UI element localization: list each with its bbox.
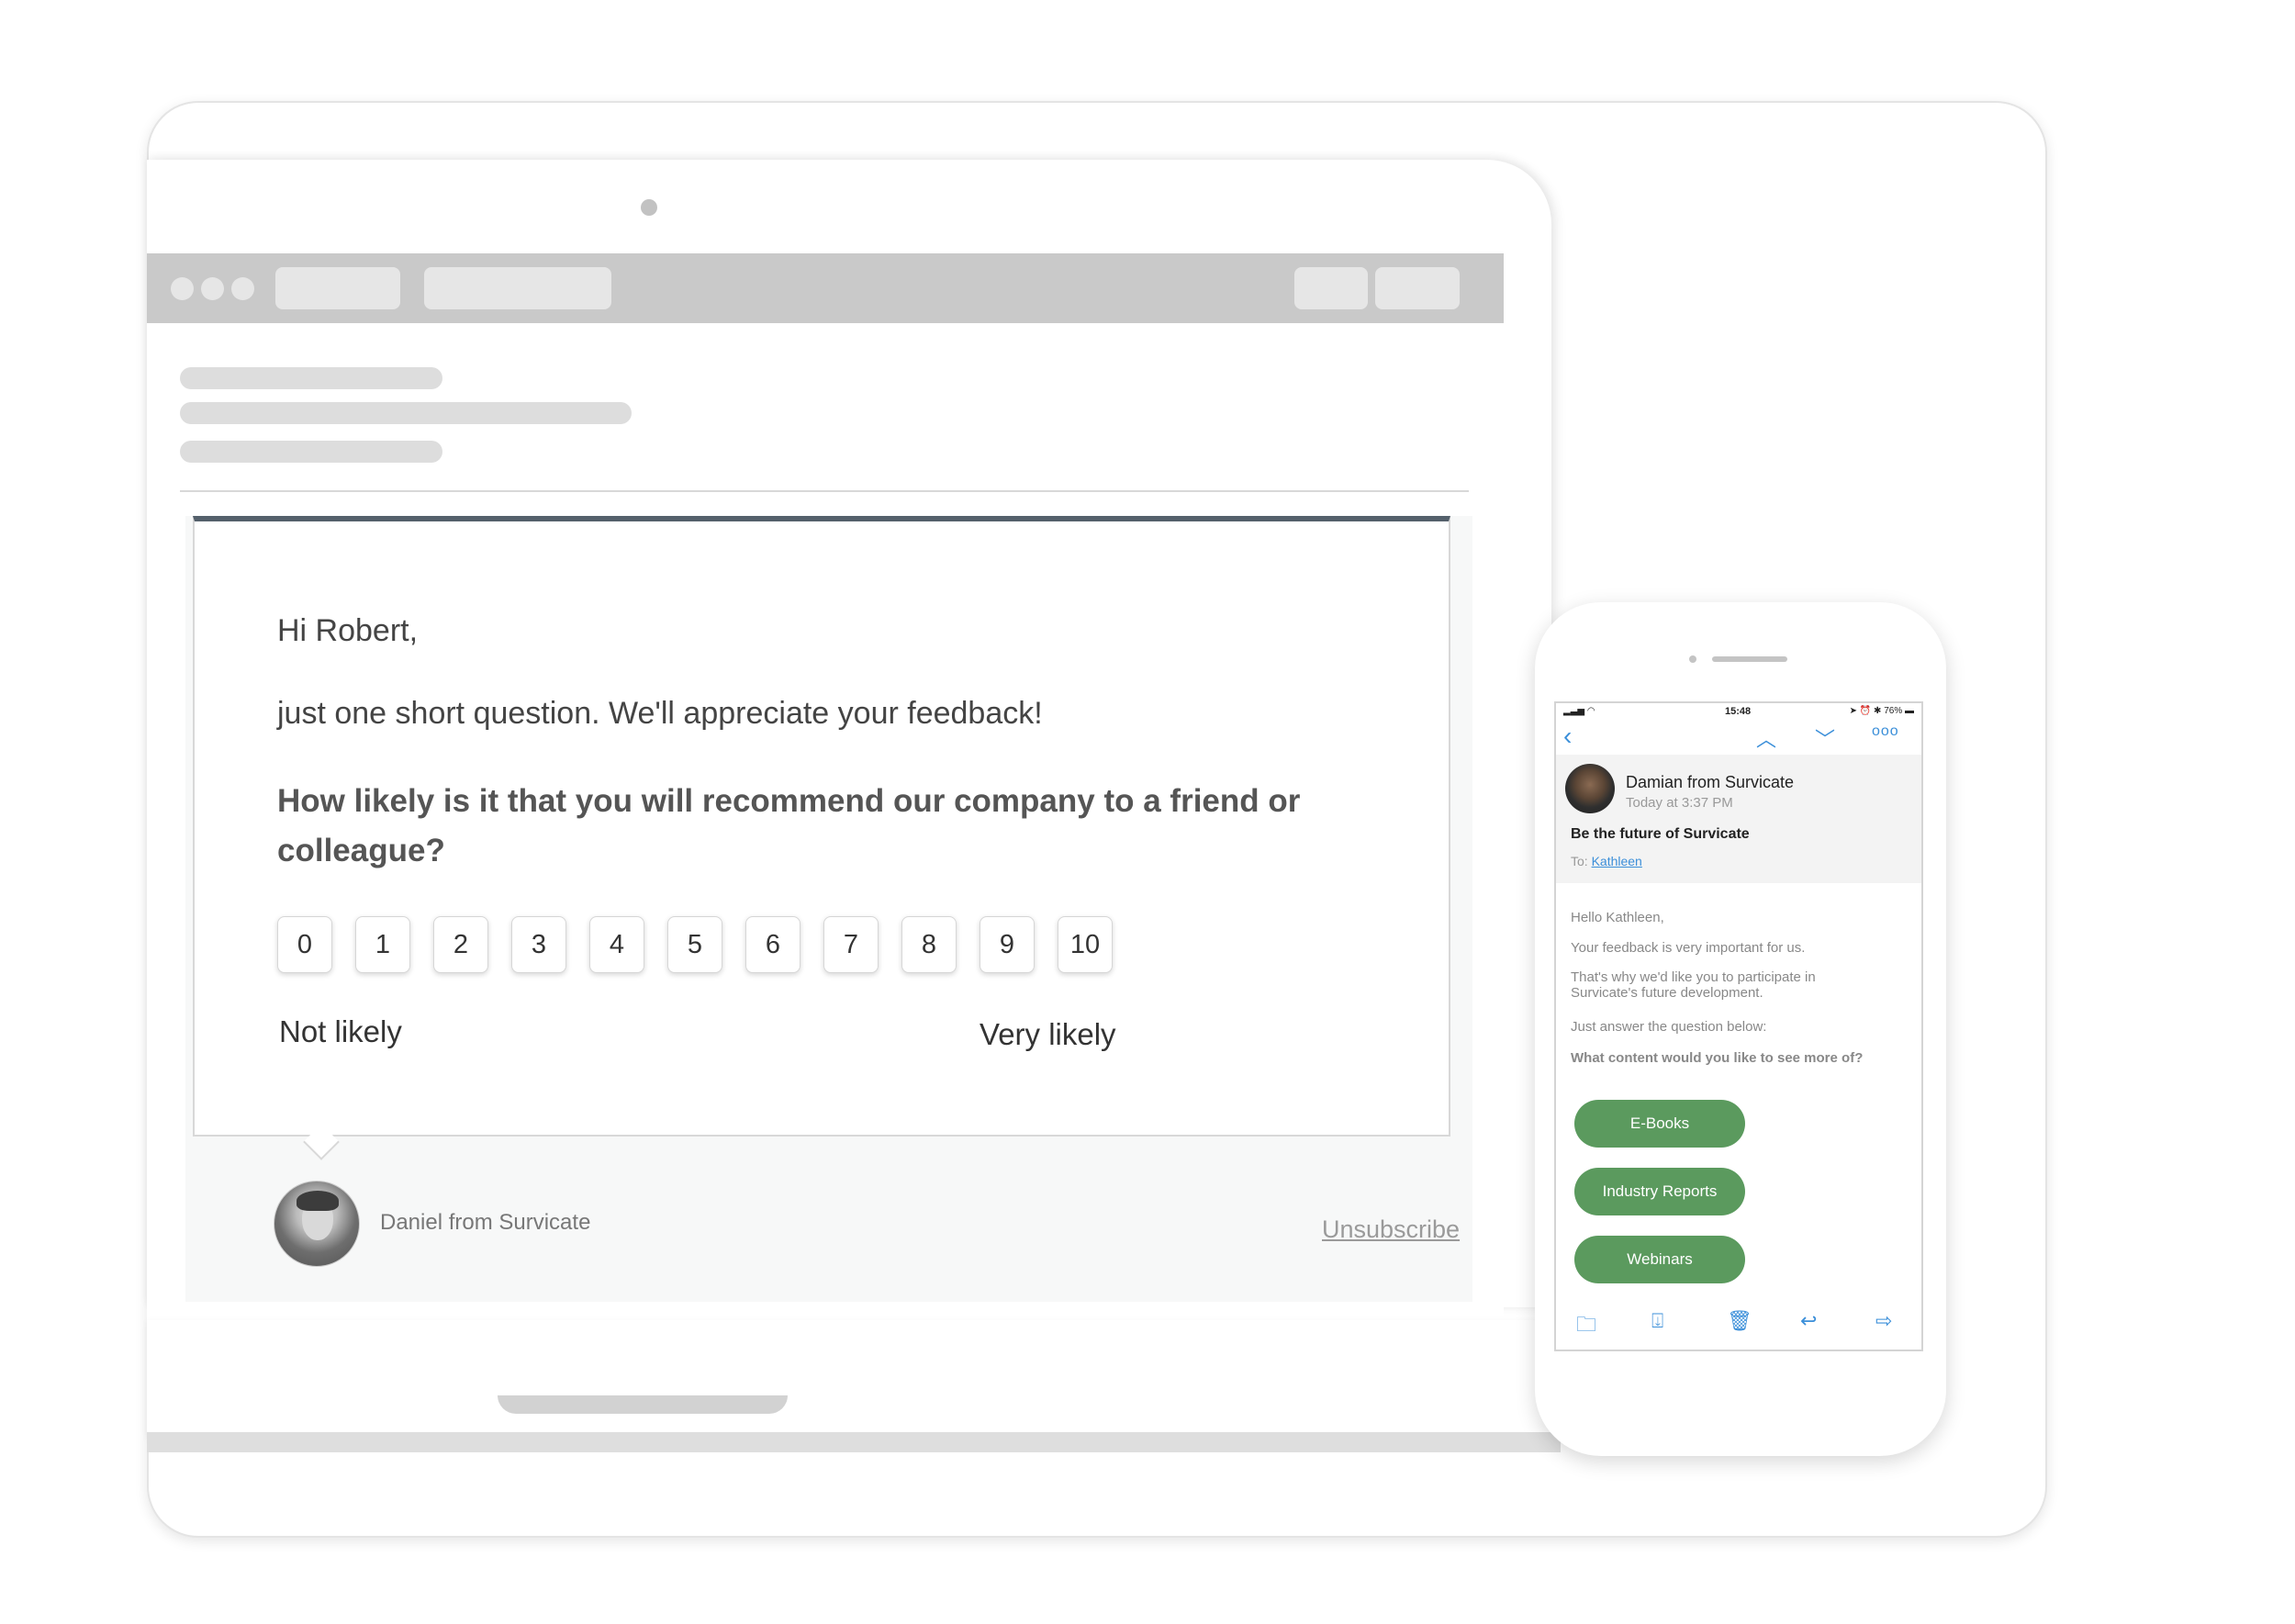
message-date: Today at 3:37 PM bbox=[1626, 795, 1733, 811]
body-line2: That's why we'd like you to participate … bbox=[1571, 969, 1816, 1001]
toolbar-button-placeholder[interactable] bbox=[1294, 267, 1368, 309]
skeleton-line bbox=[180, 441, 442, 463]
option-ebooks-button[interactable]: E-Books bbox=[1574, 1100, 1745, 1148]
body-line1: Your feedback is very important for us. bbox=[1571, 940, 1806, 956]
email-body: Hi Robert, just one short question. We'l… bbox=[193, 516, 1450, 1137]
up-arrow-icon[interactable]: ︿ bbox=[1756, 723, 1776, 753]
nps-question: How likely is it that you will recommend… bbox=[277, 783, 1301, 868]
option-industry-reports-button[interactable]: Industry Reports bbox=[1574, 1168, 1745, 1215]
laptop-touchpad-notch bbox=[498, 1395, 788, 1414]
sender-avatar bbox=[1565, 764, 1615, 813]
avatar-hair bbox=[297, 1191, 339, 1211]
nps-score-row: 0 1 2 3 4 5 6 7 8 9 10 bbox=[277, 916, 1136, 973]
phone-camera bbox=[1689, 655, 1696, 663]
skeleton-line bbox=[180, 367, 442, 389]
score-button-3[interactable]: 3 bbox=[511, 916, 566, 973]
status-time: 15:48 bbox=[1725, 706, 1752, 717]
battery-percent: 76% bbox=[1884, 706, 1903, 716]
score-button-8[interactable]: 8 bbox=[901, 916, 957, 973]
recipient-label: To: bbox=[1571, 854, 1588, 868]
unsubscribe-link[interactable]: Unsubscribe bbox=[1322, 1215, 1460, 1244]
window-maximize-dot[interactable] bbox=[231, 277, 254, 300]
message-header: Damian from Survicate Today at 3:37 PM B… bbox=[1556, 755, 1921, 883]
more-icon[interactable]: ooo bbox=[1872, 723, 1899, 740]
scale-low-label: Not likely bbox=[279, 1014, 402, 1048]
reply-icon[interactable]: ↩ bbox=[1800, 1309, 1817, 1333]
email-intro: just one short question. We'll appreciat… bbox=[277, 696, 1043, 731]
message-subject: Be the future of Survicate bbox=[1571, 826, 1750, 842]
score-button-2[interactable]: 2 bbox=[433, 916, 488, 973]
email-greeting: Hi Robert, bbox=[277, 613, 419, 648]
body-hello: Hello Kathleen, bbox=[1571, 910, 1664, 925]
back-chevron-icon[interactable]: ‹ bbox=[1563, 722, 1572, 751]
score-button-1[interactable]: 1 bbox=[355, 916, 410, 973]
sender-avatar bbox=[274, 1181, 360, 1267]
folder-icon[interactable]: 🗀 bbox=[1576, 1309, 1596, 1344]
trash-icon[interactable]: 🗑 bbox=[1727, 1309, 1752, 1333]
sender-name: Damian from Survicate bbox=[1626, 773, 1795, 791]
divider bbox=[180, 490, 1469, 492]
archive-icon[interactable]: ⍗ bbox=[1651, 1309, 1663, 1333]
forward-icon[interactable]: ⇨ bbox=[1875, 1309, 1892, 1333]
score-button-4[interactable]: 4 bbox=[589, 916, 644, 973]
score-button-6[interactable]: 6 bbox=[745, 916, 800, 973]
window-minimize-dot[interactable] bbox=[201, 277, 224, 300]
signal-icon: ▂▃▅ ◠ bbox=[1563, 706, 1595, 716]
browser-toolbar bbox=[147, 253, 1504, 323]
email-card: Hi Robert, just one short question. We'l… bbox=[185, 516, 1472, 1302]
browser-tab-placeholder[interactable] bbox=[424, 267, 611, 309]
mail-navbar: ‹ ︿ ﹀ ooo bbox=[1556, 720, 1921, 753]
score-button-9[interactable]: 9 bbox=[980, 916, 1035, 973]
recipient-line: To: Kathleen bbox=[1571, 854, 1642, 868]
survey-question: What content would you like to see more … bbox=[1571, 1050, 1864, 1066]
score-button-7[interactable]: 7 bbox=[823, 916, 879, 973]
sender-name: Daniel from Survicate bbox=[380, 1210, 591, 1235]
laptop-camera bbox=[641, 199, 657, 216]
laptop-screen: Hi Robert, just one short question. We'l… bbox=[147, 253, 1504, 1320]
phone-screen: ▂▃▅ ◠ 15:48 ➤ ⏰ ✱ 76% ▬ ‹ ︿ ﹀ ooo Damian… bbox=[1554, 701, 1923, 1351]
status-icons: ➤ ⏰ ✱ bbox=[1849, 706, 1885, 716]
battery-icon: ▬ bbox=[1902, 706, 1914, 716]
mail-toolbar: 🗀 ⍗ 🗑 ↩ ⇨ bbox=[1556, 1304, 1921, 1340]
score-button-10[interactable]: 10 bbox=[1058, 916, 1113, 973]
toolbar-button-placeholder[interactable] bbox=[1375, 267, 1460, 309]
score-button-5[interactable]: 5 bbox=[667, 916, 722, 973]
laptop-base bbox=[147, 1320, 1561, 1438]
browser-tab-placeholder[interactable] bbox=[275, 267, 400, 309]
battery-indicator: ➤ ⏰ ✱ 76% ▬ bbox=[1850, 706, 1914, 716]
score-button-0[interactable]: 0 bbox=[277, 916, 332, 973]
option-webinars-button[interactable]: Webinars bbox=[1574, 1236, 1745, 1283]
status-bar: ▂▃▅ ◠ 15:48 ➤ ⏰ ✱ 76% ▬ bbox=[1556, 703, 1921, 718]
window-close-dot[interactable] bbox=[171, 277, 194, 300]
skeleton-line bbox=[180, 402, 632, 424]
scale-high-label: Very likely bbox=[980, 1017, 1116, 1051]
body-line3: Just answer the question below: bbox=[1571, 1019, 1767, 1035]
laptop-base-edge bbox=[147, 1432, 1561, 1452]
recipient-link[interactable]: Kathleen bbox=[1592, 854, 1642, 868]
phone-speaker bbox=[1712, 656, 1787, 662]
down-arrow-icon[interactable]: ﹀ bbox=[1815, 723, 1835, 753]
